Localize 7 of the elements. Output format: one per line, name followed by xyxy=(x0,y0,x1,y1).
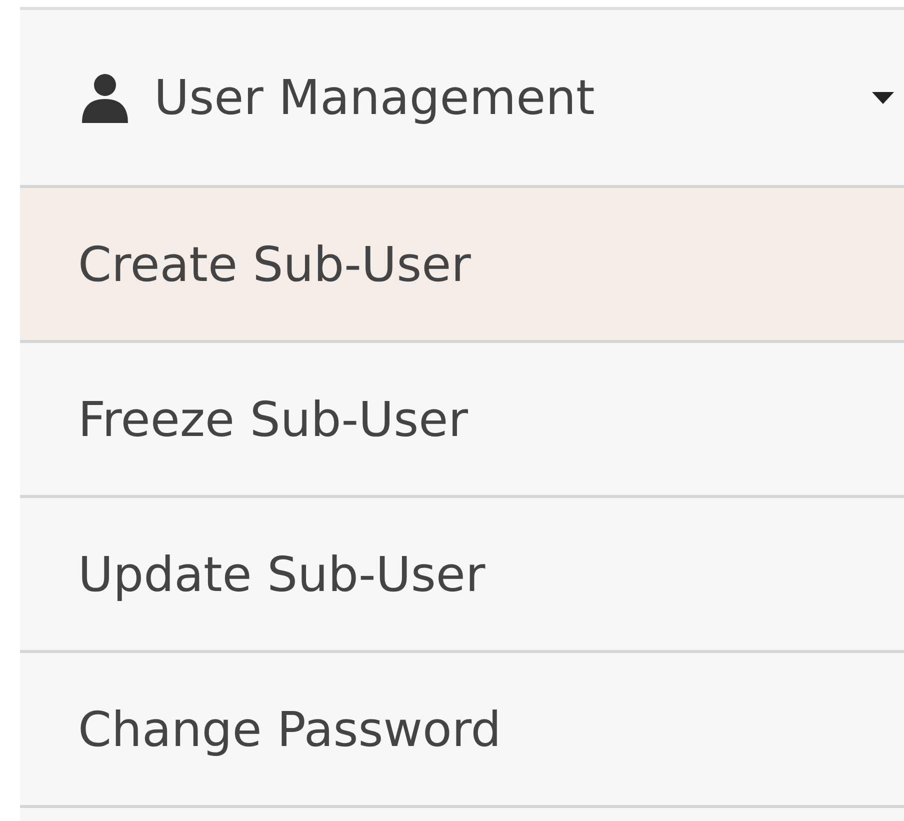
menu-item[interactable]: Update Sub-User xyxy=(20,498,904,653)
caret-icon xyxy=(872,92,894,104)
menu-item[interactable]: Freeze Sub-User xyxy=(20,343,904,498)
menu-item[interactable]: Change Password xyxy=(20,653,904,808)
menu-title: User Management xyxy=(154,70,596,126)
user-icon xyxy=(80,72,130,122)
menu-item[interactable]: Create Sub-User xyxy=(20,188,904,343)
